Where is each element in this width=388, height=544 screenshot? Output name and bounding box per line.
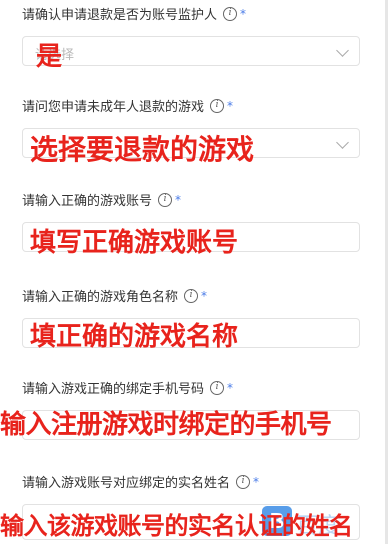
question-text: 请确认申请退款是否为账号监护人 — [22, 8, 218, 23]
question-text: 请输入游戏账号对应绑定的实名姓名 — [22, 476, 231, 491]
info-icon[interactable]: i — [184, 288, 199, 303]
annotation-realname: 输入该游戏账号的实名认证的姓名 — [0, 512, 353, 540]
question-text: 请输入正确的游戏角色名称 — [22, 290, 179, 305]
chevron-down-icon — [336, 44, 349, 57]
info-icon[interactable]: i — [158, 192, 173, 207]
info-icon[interactable]: i — [210, 380, 225, 395]
info-icon[interactable]: i — [223, 6, 238, 21]
question-text: 请输入游戏正确的绑定手机号码 — [22, 382, 205, 397]
annotation-account: 填写正确游戏账号 — [30, 228, 239, 258]
chevron-down-icon — [336, 136, 349, 149]
question-label-realname: 请输入游戏账号对应绑定的实名姓名 i * — [22, 472, 259, 491]
question-label-phone: 请输入游戏正确的绑定手机号码 i * — [22, 378, 233, 397]
required-star: * — [227, 380, 234, 395]
question-label-role: 请输入正确的游戏角色名称 i * — [22, 286, 207, 305]
annotation-phone: 输入注册游戏时绑定的手机号 — [0, 410, 332, 440]
info-icon[interactable]: i — [210, 98, 225, 113]
required-star: * — [201, 288, 208, 303]
question-label-guardian: 请确认申请退款是否为账号监护人 i * — [22, 4, 246, 23]
annotation-role: 填正确的游戏名称 — [30, 322, 239, 352]
required-star: * — [253, 474, 260, 489]
question-text: 请输入正确的游戏账号 — [22, 194, 153, 209]
required-star: * — [175, 192, 182, 207]
question-text: 请问您申请未成年人退款的游戏 — [22, 100, 205, 115]
required-star: * — [227, 98, 234, 113]
info-icon[interactable]: i — [236, 474, 251, 489]
required-star: * — [240, 6, 247, 21]
annotation-guardian: 是 — [36, 42, 63, 72]
question-label-game: 请问您申请未成年人退款的游戏 i * — [22, 96, 233, 115]
annotation-game: 选择要退款的游戏 — [30, 133, 255, 166]
guardian-select[interactable]: 请选择 — [22, 36, 360, 66]
question-label-account: 请输入正确的游戏账号 i * — [22, 190, 181, 209]
